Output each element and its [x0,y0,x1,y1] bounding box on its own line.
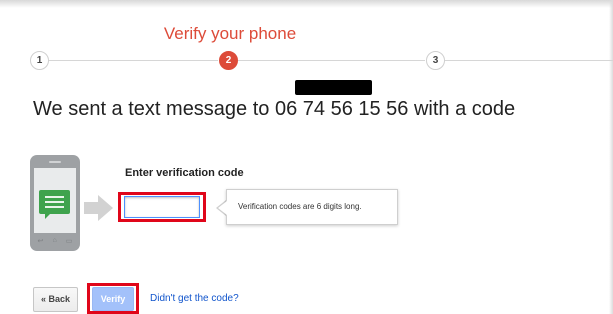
step-1: 1 [30,51,49,70]
phone-speaker [49,161,61,163]
phone-nav-icons: ↩ ⌂ ▭ [33,237,77,245]
back-nav-icon: ↩ [37,238,44,245]
menu-nav-icon: ▭ [65,238,73,245]
phone-icon: ↩ ⌂ ▭ [30,155,80,251]
step-connector [445,60,613,61]
tooltip-pointer-fill [218,201,227,215]
back-button[interactable]: « Back [33,287,78,312]
right-shadow [609,0,613,314]
arrow-right-icon-head [98,195,113,221]
top-shadow [0,0,613,8]
step-connector [49,60,218,61]
verification-page: Verify your phone 1 2 3 We sent a text m… [0,0,613,314]
home-nav-icon: ⌂ [52,237,57,244]
step-3: 3 [426,51,445,70]
verify-button[interactable]: Verify [92,287,134,311]
step-2-current: 2 [219,51,238,70]
phone-screen [34,168,76,233]
redaction-bar [295,80,372,95]
resend-code-link[interactable]: Didn't get the code? [150,293,239,304]
headline: We sent a text message to 06 74 56 15 56… [33,98,516,120]
arrow-right-icon [84,202,98,214]
code-field-label: Enter verification code [125,167,244,179]
page-title: Verify your phone [163,24,297,43]
code-hint-tooltip: Verification codes are 6 digits long. [226,189,398,225]
chat-bubble-icon [39,190,70,219]
step-connector [238,60,425,61]
verification-code-input[interactable] [124,196,200,218]
